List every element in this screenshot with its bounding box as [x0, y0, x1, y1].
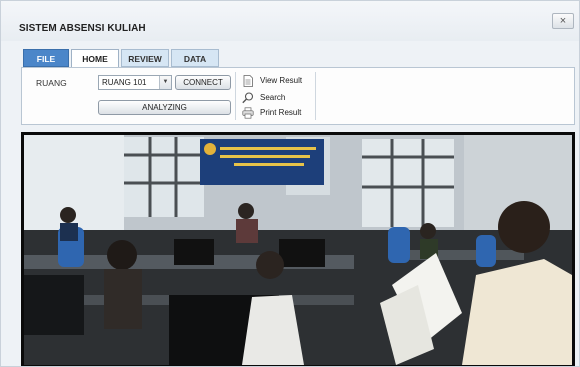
ruang-select[interactable]: RUANG 101 ▼: [98, 75, 172, 90]
printer-icon: [242, 107, 254, 119]
home-ribbon: RUANG RUANG 101 ▼ CONNECT ANALYZING View…: [21, 67, 575, 125]
tab-data[interactable]: DATA: [171, 49, 219, 67]
ruang-label: RUANG: [36, 78, 67, 88]
tab-home[interactable]: HOME: [71, 49, 119, 68]
tab-review[interactable]: REVIEW: [121, 49, 169, 67]
ruang-select-value: RUANG 101: [102, 78, 147, 87]
close-button[interactable]: ×: [552, 13, 574, 29]
camera-feed: [21, 132, 575, 366]
ribbon-divider: [315, 72, 316, 120]
tab-file[interactable]: FILE: [23, 49, 69, 67]
chevron-down-icon[interactable]: ▼: [159, 76, 171, 89]
classroom-photo: [24, 135, 572, 365]
ribbon-divider: [235, 72, 236, 120]
title-bar: SISTEM ABSENSI KULIAH ×: [1, 1, 579, 41]
print-result-label: Print Result: [260, 108, 302, 117]
magnifier-icon: [242, 92, 254, 104]
search-label: Search: [260, 93, 286, 102]
view-result-label: View Result: [260, 76, 303, 85]
connect-button[interactable]: CONNECT: [175, 75, 231, 90]
document-icon: [243, 75, 253, 87]
window-title: SISTEM ABSENSI KULIAH: [19, 23, 146, 34]
analyzing-button[interactable]: ANALYZING: [98, 100, 231, 115]
close-icon: ×: [559, 15, 567, 27]
app-window: SISTEM ABSENSI KULIAH × FILE HOME REVIEW…: [0, 0, 580, 367]
